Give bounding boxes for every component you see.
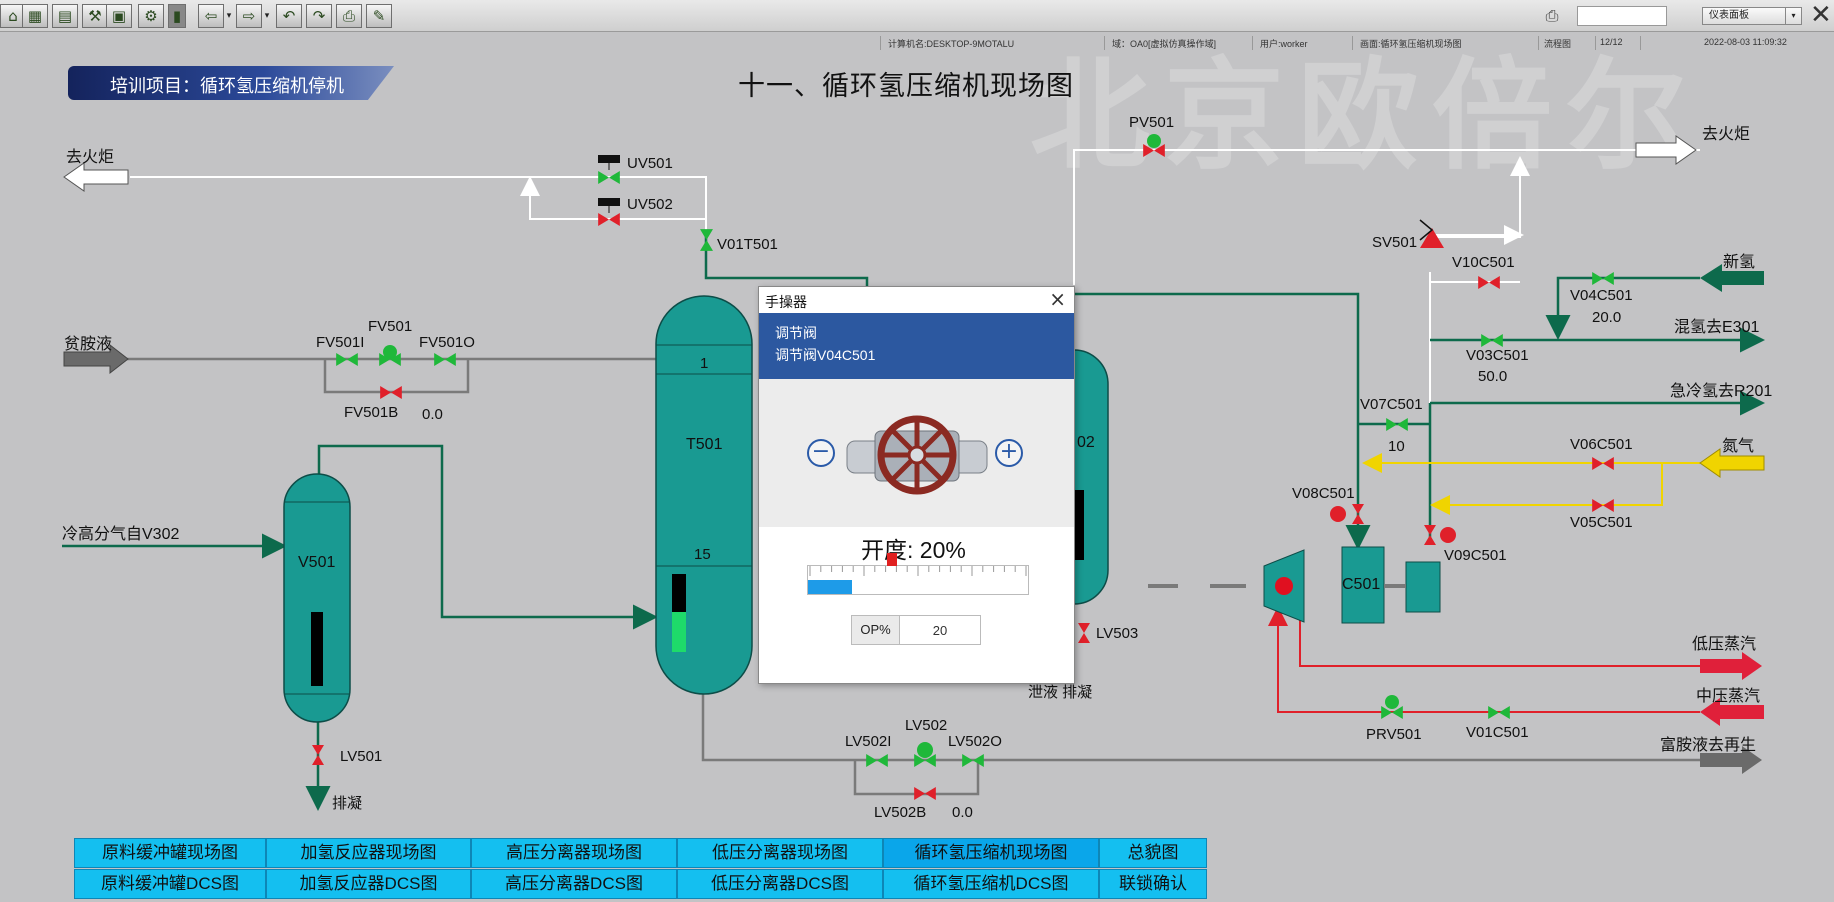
vessel-v501 [283,473,351,723]
nav-1-6[interactable]: 总貌图 [1099,838,1207,868]
valve-lv501[interactable]: LV501 [340,748,382,765]
decrease-button[interactable]: − [807,439,835,467]
valve-v04c501-value: 20.0 [1592,309,1622,326]
increase-button[interactable]: + [995,439,1023,467]
label-to-flare-right: 去火炬 [1702,126,1751,143]
label-cold-hp-gas: 冷高分气自V302 [62,526,180,543]
valve-lv502b[interactable]: LV502B [874,804,926,821]
nav-1-2[interactable]: 加氢反应器现场图 [266,838,471,868]
dcs-window: ⌂ ▦ ▤ ⚒ ▣ ⚙ ▮ ⇦ ▾ ⇨ ▾ ↶ ↷ ⎙ ✎ ⎙ 仪表面板 ▾ ✕ … [0,0,1834,902]
label-c501[interactable]: C501 [1342,576,1380,594]
dialog-valve-name: 调节阀V04C501 [775,347,876,363]
op-input[interactable] [900,616,980,644]
valve-fv501b[interactable]: FV501B [344,404,398,421]
valve-v01t501[interactable]: V01T501 [717,236,778,253]
label-mp-steam: 中压蒸汽 [1696,688,1761,705]
valve-lv502b-value: 0.0 [952,804,973,821]
valve-v10c501[interactable]: V10C501 [1452,254,1515,271]
valve-v09c501[interactable]: V09C501 [1444,547,1507,564]
label-lean-amine: 贫胺液 [64,336,113,353]
label-to-flare-left: 去火炬 [66,149,115,166]
nav-1-1[interactable]: 原料缓冲罐现场图 [74,838,266,868]
label-tray-top: 1 [700,355,709,372]
nav-2-2[interactable]: 加氢反应器DCS图 [266,869,471,899]
valve-lv503[interactable]: LV503 [1096,625,1138,642]
slider-fill [808,580,852,594]
dialog-valve-type: 调节阀 [775,325,817,341]
valve-v08c501[interactable]: V08C501 [1292,485,1355,502]
valve-v03c501-value: 50.0 [1478,368,1508,385]
label-v501[interactable]: V501 [298,554,335,572]
close-icon[interactable]: × [1049,287,1066,311]
valve-uv502[interactable]: UV502 [627,196,673,213]
valve-uv501[interactable]: UV501 [627,155,673,172]
valve-v06c501[interactable]: V06C501 [1570,436,1633,453]
label-mix-h2: 混氢去E301 [1674,319,1760,336]
valve-lv502i[interactable]: LV502I [845,733,891,750]
dialog-title: 手操器 [765,294,807,310]
handwheel-icon [846,415,988,495]
valve-pv501[interactable]: PV501 [1129,114,1174,131]
nav-1-3[interactable]: 高压分离器现场图 [471,838,677,868]
valve-v07c501[interactable]: V07C501 [1360,396,1423,413]
label-quench-h2: 急冷氢去R201 [1670,383,1773,400]
nav-2-6[interactable]: 联锁确认 [1099,869,1207,899]
opening-label: 开度: 20% [861,537,966,563]
nav-2-1[interactable]: 原料缓冲罐DCS图 [74,869,266,899]
valve-v07c501-value: 10 [1388,438,1405,455]
valve-lv502[interactable]: LV502 [905,717,947,734]
label-v502: 02 [1077,434,1095,451]
valve-fv501[interactable]: FV501 [368,318,412,335]
valve-fv501o[interactable]: FV501O [419,334,475,351]
valve-lv502o[interactable]: LV502O [948,733,1002,750]
valve-v05c501[interactable]: V05C501 [1570,514,1633,531]
dialog-valve-panel: − + [759,379,1074,527]
label-rich-amine: 富胺液去再生 [1660,737,1757,754]
nav-1-5[interactable]: 循环氢压缩机现场图 [883,838,1099,868]
label-nitrogen: 氮气 [1722,438,1755,455]
slider-thumb[interactable] [887,553,897,566]
slider-ticks [809,566,1027,576]
label-lp-steam: 低压蒸汽 [1692,636,1757,653]
nav-2-5[interactable]: 循环氢压缩机DCS图 [883,869,1099,899]
nav-2-3[interactable]: 高压分离器DCS图 [471,869,677,899]
valve-v01c501[interactable]: V01C501 [1466,724,1529,741]
valve-fv501b-value: 0.0 [422,406,443,423]
label-drain-left: 排凝 [332,795,363,812]
op-label: OP% [852,616,900,644]
nav-2-4[interactable]: 低压分离器DCS图 [677,869,883,899]
opening-slider[interactable] [807,553,1029,595]
arrow-to-flare-left [63,162,129,192]
label-fresh-h2: 新氢 [1723,254,1756,271]
label-drain-bottom: 泄液 排凝 [1028,684,1093,701]
valve-fv501i[interactable]: FV501I [316,334,364,351]
valve-prv501[interactable]: PRV501 [1366,726,1422,743]
valve-v04c501[interactable]: V04C501 [1570,287,1633,304]
valve-sv501[interactable]: SV501 [1372,234,1417,251]
manual-operator-dialog: 手操器 × 调节阀 调节阀V04C501 − + 开度: 20% OP% 20 [758,286,1075,684]
dialog-header: 调节阀 调节阀V04C501 [759,313,1074,379]
label-t501[interactable]: T501 [686,436,722,454]
label-tray-bottom: 15 [694,546,711,563]
valve-v03c501[interactable]: V03C501 [1466,347,1529,364]
op-field: OP% [851,615,981,645]
nav-1-4[interactable]: 低压分离器现场图 [677,838,883,868]
